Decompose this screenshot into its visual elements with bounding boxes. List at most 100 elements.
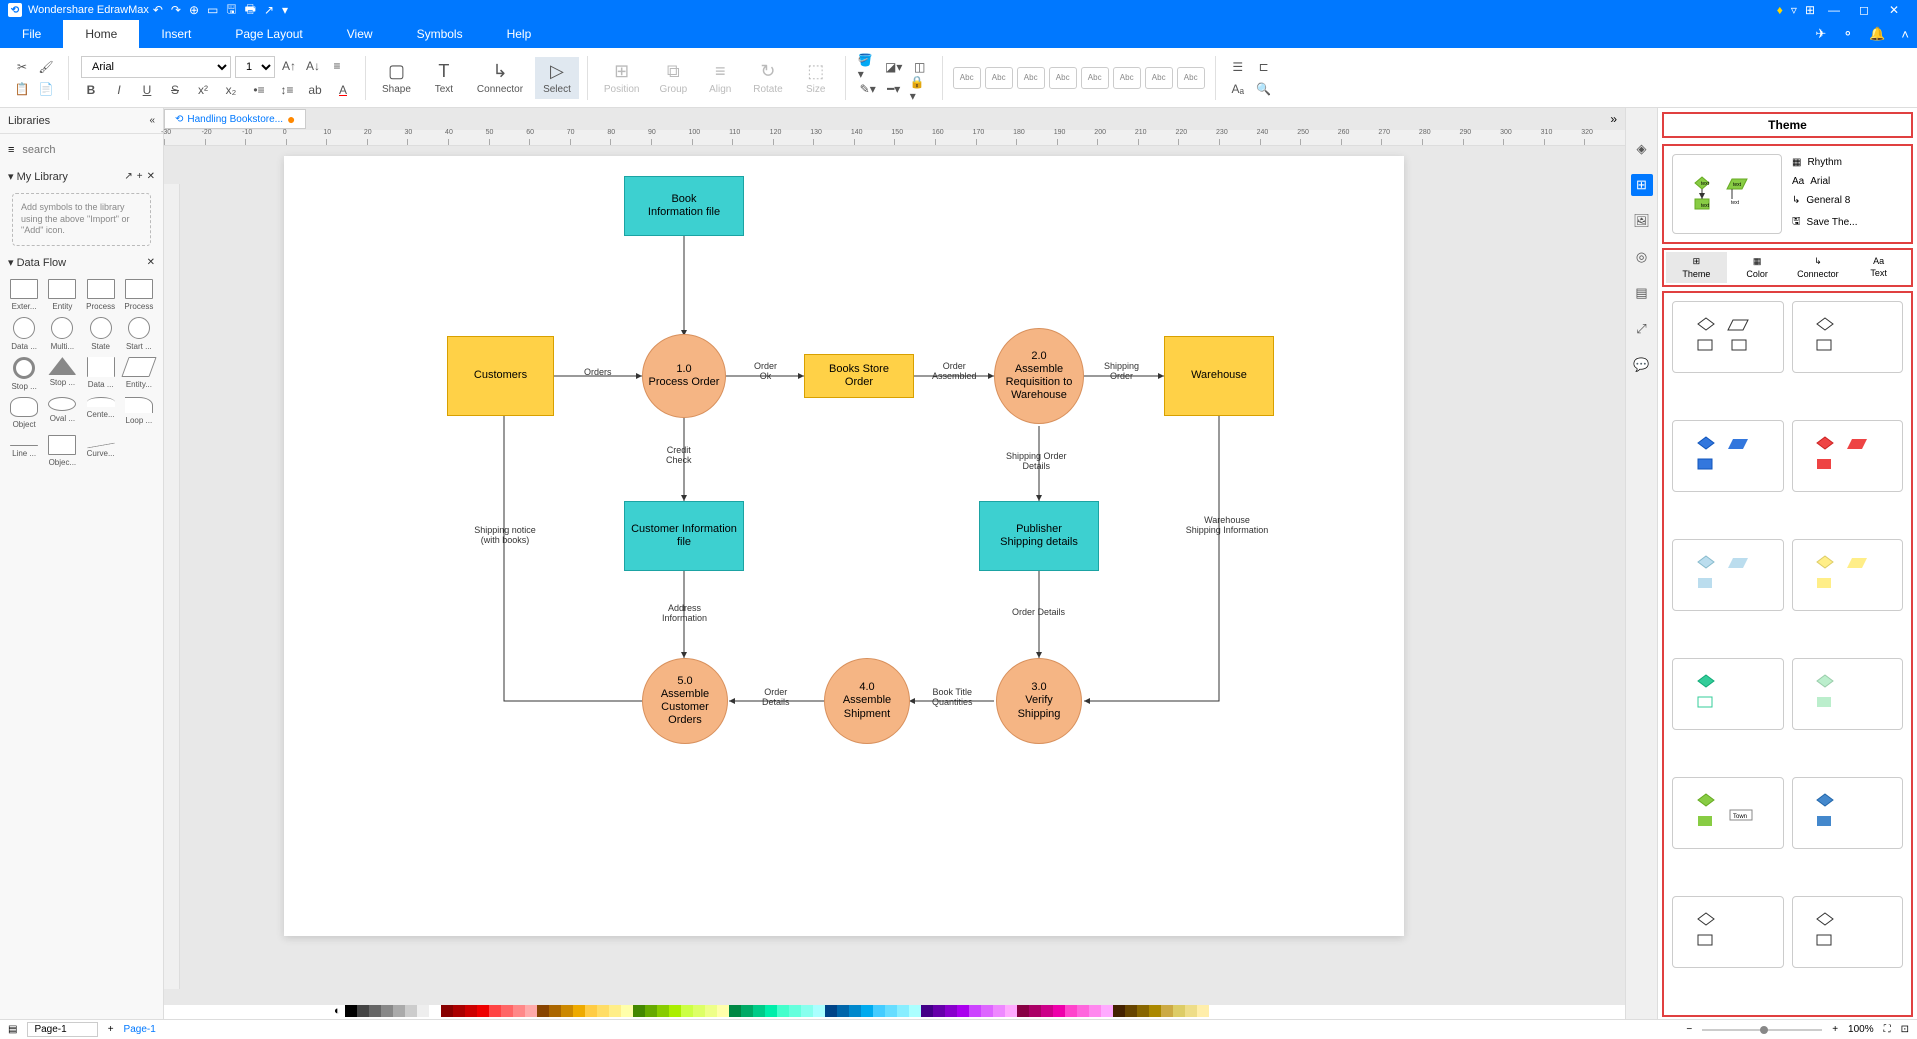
color-palette[interactable]: ◐ xyxy=(164,1005,1625,1019)
color-swatch[interactable] xyxy=(561,1005,573,1017)
theme-card[interactable] xyxy=(1672,420,1784,492)
text-tool[interactable]: TText xyxy=(423,57,465,99)
menu-file[interactable]: File xyxy=(0,20,63,48)
font-family-select[interactable]: Arial xyxy=(81,56,231,78)
maximize-button[interactable]: ◻ xyxy=(1849,3,1879,17)
color-swatch[interactable] xyxy=(453,1005,465,1017)
clear-format-icon[interactable]: ab xyxy=(305,80,325,100)
shape-item[interactable]: Start ... xyxy=(123,317,155,351)
color-swatch[interactable] xyxy=(681,1005,693,1017)
align-icon[interactable]: ≡ xyxy=(327,56,347,76)
page[interactable]: Book Information file Customers 1.0 Proc… xyxy=(284,156,1404,936)
color-swatch[interactable] xyxy=(513,1005,525,1017)
node-warehouse[interactable]: Warehouse xyxy=(1164,336,1274,416)
node-book-info[interactable]: Book Information file xyxy=(624,176,744,236)
fill-icon[interactable]: 🪣▾ xyxy=(858,57,878,77)
shape-item[interactable]: Object xyxy=(8,397,40,429)
color-swatch[interactable] xyxy=(777,1005,789,1017)
collapse-icon[interactable]: « xyxy=(149,115,155,126)
color-swatch[interactable] xyxy=(501,1005,513,1017)
color-swatch[interactable] xyxy=(669,1005,681,1017)
color-swatch[interactable] xyxy=(549,1005,561,1017)
increase-font-icon[interactable]: A↑ xyxy=(279,56,299,76)
diamond-icon[interactable]: ◈ xyxy=(1631,138,1653,160)
canvas[interactable]: Book Information file Customers 1.0 Proc… xyxy=(164,146,1625,1005)
fullscreen-icon[interactable]: ⊡ xyxy=(1901,1024,1909,1035)
expand-icon[interactable]: » xyxy=(1602,112,1625,126)
color-swatch[interactable] xyxy=(933,1005,945,1017)
align-tool[interactable]: ≡Align xyxy=(699,57,741,99)
color-swatch[interactable] xyxy=(897,1005,909,1017)
style-swatch[interactable]: Abc xyxy=(953,67,981,89)
color-swatch[interactable] xyxy=(357,1005,369,1017)
layers-icon[interactable]: ▤ xyxy=(1631,282,1653,304)
color-swatch[interactable] xyxy=(885,1005,897,1017)
group-tool[interactable]: ⧉Group xyxy=(651,57,695,99)
menu-help[interactable]: Help xyxy=(485,20,554,48)
underline-icon[interactable]: U xyxy=(137,80,157,100)
text-color-icon[interactable]: Aₐ xyxy=(1228,79,1248,99)
add-page-icon[interactable]: + xyxy=(108,1024,114,1035)
color-swatch[interactable] xyxy=(1077,1005,1089,1017)
share-icon[interactable]: ⚬ xyxy=(1834,20,1861,48)
superscript-icon[interactable]: x² xyxy=(193,80,213,100)
new-icon[interactable]: ⊕ xyxy=(189,3,199,17)
color-swatch[interactable] xyxy=(921,1005,933,1017)
color-swatch[interactable] xyxy=(1053,1005,1065,1017)
color-swatch[interactable] xyxy=(717,1005,729,1017)
shape-item[interactable]: Stop ... xyxy=(46,357,78,391)
color-swatch[interactable] xyxy=(417,1005,429,1017)
color-swatch[interactable] xyxy=(789,1005,801,1017)
paste-icon[interactable]: 📄 xyxy=(36,79,56,99)
color-swatch[interactable] xyxy=(693,1005,705,1017)
shape-item[interactable]: Objec... xyxy=(46,435,78,467)
image-icon[interactable]: 🖼 xyxy=(1631,210,1653,232)
node-pub-ship[interactable]: Publisher Shipping details xyxy=(979,501,1099,571)
shape-item[interactable]: State xyxy=(85,317,117,351)
lock-icon[interactable]: 🔒▾ xyxy=(910,79,930,99)
color-swatch[interactable] xyxy=(729,1005,741,1017)
color-swatch[interactable] xyxy=(813,1005,825,1017)
position-tool[interactable]: ⊞Position xyxy=(596,57,648,99)
font-size-select[interactable]: 12 xyxy=(235,56,275,78)
node-cust-info[interactable]: Customer Information file xyxy=(624,501,744,571)
shape-item[interactable]: Exter... xyxy=(8,279,40,311)
export-icon[interactable]: ↗ xyxy=(264,3,274,17)
crop-icon[interactable]: ⊏ xyxy=(1254,57,1274,77)
same-format-icon[interactable]: ◫ xyxy=(910,57,930,77)
style-gallery[interactable]: Abc Abc Abc Abc Abc Abc Abc Abc xyxy=(951,67,1207,89)
page-tab[interactable]: Page-1 xyxy=(124,1024,156,1035)
close-section-icon[interactable]: ✕ xyxy=(147,171,155,182)
theme-prop-connector[interactable]: ↳General 8 xyxy=(1792,195,1903,206)
color-swatch[interactable] xyxy=(393,1005,405,1017)
size-tool[interactable]: ⬚Size xyxy=(795,57,837,99)
subscript-icon[interactable]: x₂ xyxy=(221,80,241,100)
send-icon[interactable]: ✈ xyxy=(1807,20,1834,48)
select-tool[interactable]: ▷Select xyxy=(535,57,579,99)
theme-card[interactable] xyxy=(1672,896,1784,968)
node-process-1[interactable]: 1.0 Process Order xyxy=(642,334,726,418)
search-input[interactable] xyxy=(18,140,168,160)
color-swatch[interactable] xyxy=(537,1005,549,1017)
close-button[interactable]: ✕ xyxy=(1879,3,1909,17)
add-icon[interactable]: + xyxy=(137,171,143,182)
color-swatch[interactable] xyxy=(525,1005,537,1017)
color-swatch[interactable] xyxy=(1089,1005,1101,1017)
theme-card[interactable] xyxy=(1792,777,1904,849)
style-swatch[interactable]: Abc xyxy=(1113,67,1141,89)
node-process-5[interactable]: 5.0 Assemble Customer Orders xyxy=(642,658,728,744)
color-swatch[interactable] xyxy=(489,1005,501,1017)
color-swatch[interactable] xyxy=(1017,1005,1029,1017)
import-icon[interactable]: ↗ xyxy=(124,171,132,182)
style-swatch[interactable]: Abc xyxy=(1017,67,1045,89)
data-flow-section[interactable]: ▾ Data Flow ✕ xyxy=(0,252,163,273)
color-swatch[interactable] xyxy=(1125,1005,1137,1017)
node-process-4[interactable]: 4.0 Assemble Shipment xyxy=(824,658,910,744)
color-swatch[interactable] xyxy=(849,1005,861,1017)
color-swatch[interactable] xyxy=(645,1005,657,1017)
list-icon[interactable]: ≡ xyxy=(8,144,14,156)
color-swatch[interactable] xyxy=(741,1005,753,1017)
theme-tab-text[interactable]: AaText xyxy=(1848,252,1909,283)
shape-item[interactable]: Entity... xyxy=(123,357,155,391)
shape-item[interactable]: Loop ... xyxy=(123,397,155,429)
